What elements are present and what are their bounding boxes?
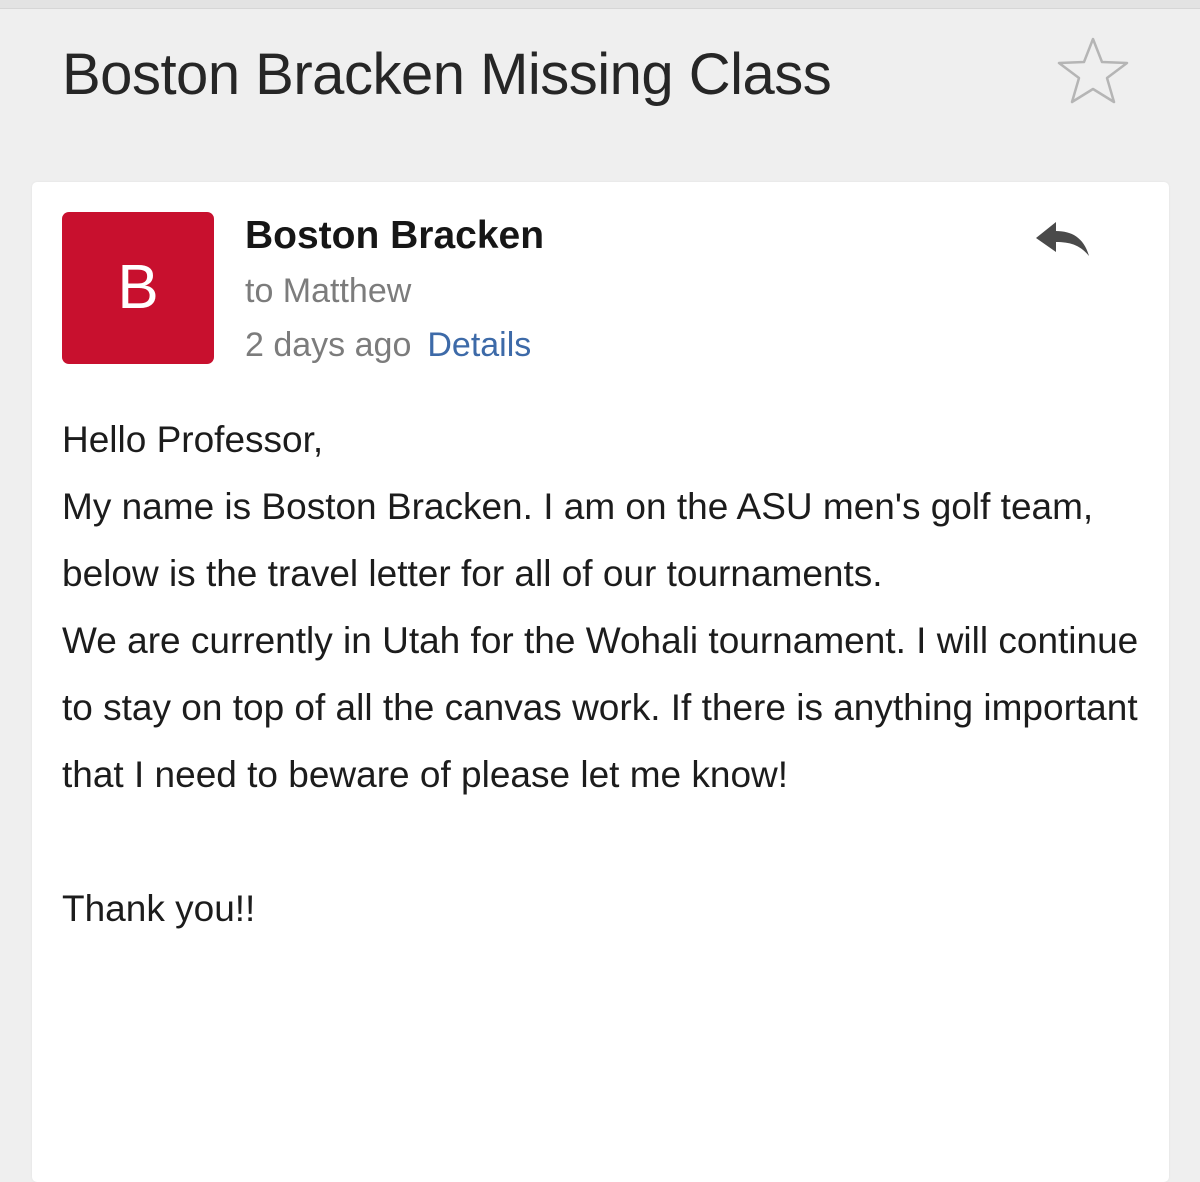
sender-name: Boston Bracken xyxy=(245,214,545,257)
closing: Thank you!! xyxy=(62,888,256,929)
star-icon[interactable] xyxy=(1056,36,1130,106)
body-paragraph: My name is Boston Bracken. I am on the A… xyxy=(62,486,1094,594)
top-divider xyxy=(0,0,1200,9)
avatar: B xyxy=(62,212,214,364)
reply-icon[interactable] xyxy=(1032,218,1092,262)
body-paragraph: We are currently in Utah for the Wohali … xyxy=(62,620,1139,795)
message-card: B Boston Bracken to Matthew 2 days ago De… xyxy=(32,182,1169,1182)
message-body: Hello Professor, My name is Boston Brack… xyxy=(62,406,1152,942)
details-link[interactable]: Details xyxy=(427,326,531,364)
recipient-line: to Matthew xyxy=(245,272,412,310)
time-row: 2 days ago Details xyxy=(245,326,531,365)
greeting: Hello Professor, xyxy=(62,419,324,460)
timestamp: 2 days ago xyxy=(245,326,412,364)
avatar-initial: B xyxy=(117,253,159,322)
email-subject: Boston Bracken Missing Class xyxy=(62,42,832,107)
